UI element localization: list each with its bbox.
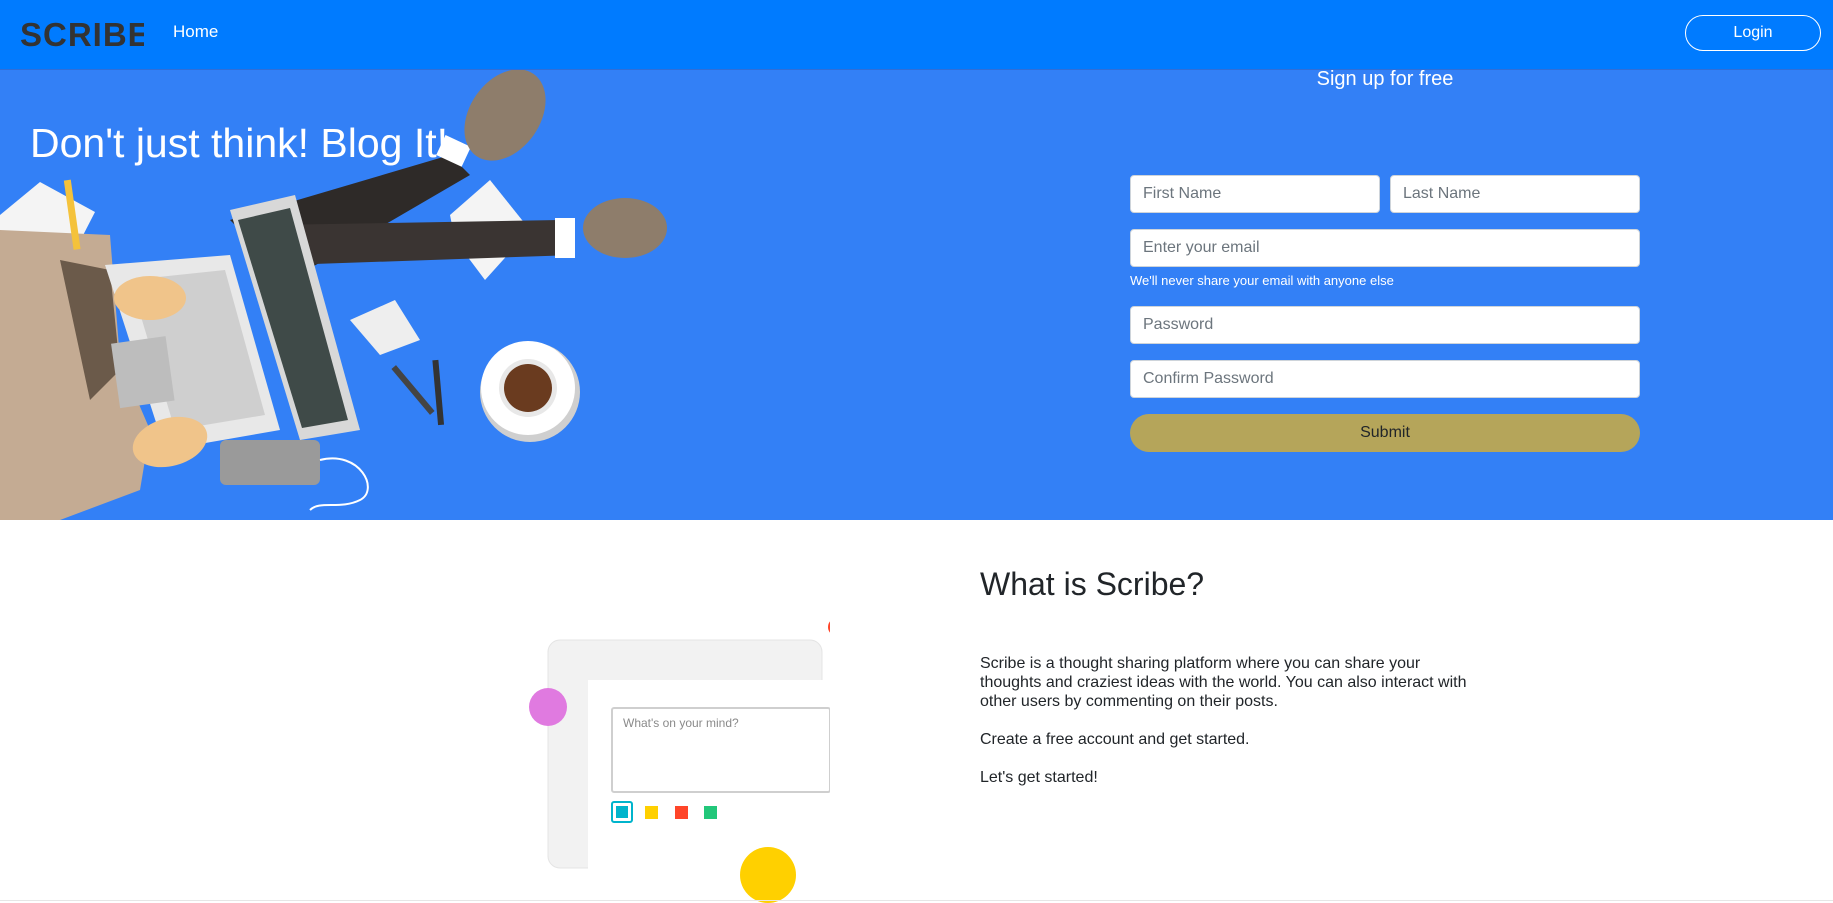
submit-button[interactable]: Submit — [1130, 414, 1640, 452]
top-navbar: SCRIBE Home Login — [0, 0, 1833, 70]
about-description: Scribe is a thought sharing platform whe… — [980, 654, 1480, 806]
confirm-password-field[interactable] — [1130, 360, 1640, 398]
mock-post-placeholder: What's on your mind? — [623, 716, 739, 730]
signup-form: Sign up for free — [1130, 68, 1640, 105]
about-paragraph: Create a free account and get started. — [980, 731, 1250, 748]
nav-link-home[interactable]: Home — [173, 22, 218, 42]
color-swatch-green — [704, 806, 717, 819]
color-swatch-cyan — [616, 806, 628, 818]
email-field[interactable] — [1130, 229, 1640, 267]
login-button[interactable]: Login — [1685, 15, 1821, 51]
color-swatch-red — [675, 806, 688, 819]
logo-text: SCRIBE — [20, 16, 144, 53]
about-title: What is Scribe? — [980, 566, 1205, 602]
email-help-text: We'll never share your email with anyone… — [1130, 273, 1394, 288]
hero-section: Don't just think! Blog It! — [0, 70, 1833, 520]
about-paragraph: Scribe is a thought sharing platform whe… — [980, 655, 1467, 710]
last-name-field[interactable] — [1390, 175, 1640, 213]
post-editor-illustration: What's on your mind? — [529, 621, 830, 903]
signup-title: Sign up for free — [1316, 68, 1454, 90]
first-name-field[interactable] — [1130, 175, 1380, 213]
password-field[interactable] — [1130, 306, 1640, 344]
about-paragraph: Let's get started! — [980, 769, 1098, 786]
section-divider — [0, 900, 1833, 901]
scribe-logo[interactable]: SCRIBE — [20, 14, 144, 54]
hero-tagline: Don't just think! Blog It! — [30, 120, 449, 166]
color-swatch-yellow — [645, 806, 658, 819]
